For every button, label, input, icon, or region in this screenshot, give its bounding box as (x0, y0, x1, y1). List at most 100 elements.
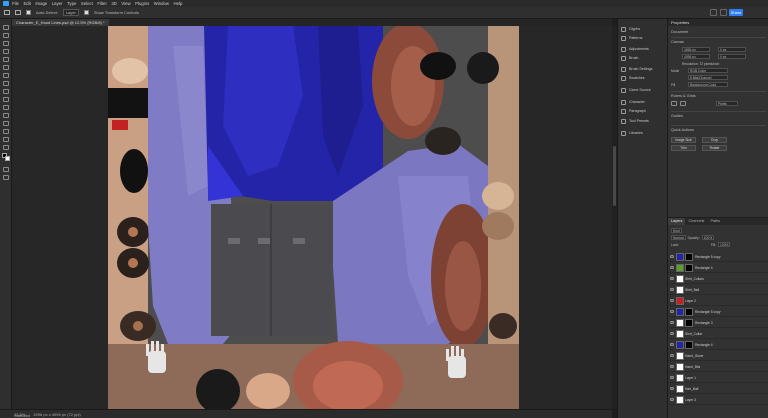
layer-mask-thumbnail[interactable] (685, 340, 693, 349)
document-tab[interactable]: Character_E_Hood Lines.psd @ 12.5% (RGB/… (12, 19, 109, 26)
gradient-tool-icon[interactable] (3, 121, 9, 126)
dock-item-brush[interactable]: Brush (621, 54, 638, 62)
type-tool-icon[interactable] (3, 137, 9, 142)
menu-filter[interactable]: Filter (97, 1, 107, 6)
move-tool-icon[interactable] (15, 10, 21, 15)
crop-button[interactable]: Crop (702, 137, 727, 143)
properties-panel-title[interactable]: Properties (668, 19, 768, 26)
layer-row[interactable]: Hand_Glove (668, 351, 768, 361)
hand-tool-icon[interactable] (3, 145, 9, 150)
layer-mask-thumbnail[interactable] (685, 318, 693, 327)
eye-icon[interactable] (670, 299, 674, 302)
frame-tool-icon[interactable] (3, 65, 9, 70)
eye-icon[interactable] (670, 365, 674, 368)
eyedropper-tool-icon[interactable] (3, 73, 9, 78)
layer-row[interactable]: Shirt_Collars (668, 274, 768, 284)
dock-item-libraries[interactable]: Libraries (621, 129, 643, 137)
blend-mode-dropdown[interactable]: Normal (671, 235, 686, 240)
dock-item-brush-settings[interactable]: Brush Settings (621, 65, 652, 73)
eraser-tool-icon[interactable] (3, 113, 9, 118)
menu-3d[interactable]: 3D (111, 1, 117, 6)
menu-help[interactable]: Help (174, 1, 183, 6)
menu-edit[interactable]: Edit (23, 1, 30, 6)
move-tool-icon[interactable] (3, 25, 9, 30)
dock-item-patterns[interactable]: Patterns (621, 34, 642, 42)
history-brush-tool-icon[interactable] (3, 105, 9, 110)
healing-brush-tool-icon[interactable] (3, 81, 9, 86)
layer-row[interactable]: Rectangle 5 copy (668, 307, 768, 317)
eye-icon[interactable] (670, 255, 674, 258)
trim-button[interactable]: Trim (671, 145, 696, 151)
canvas-x-field[interactable]: 0 px (718, 47, 746, 52)
menu-image[interactable]: Image (35, 1, 47, 6)
eye-icon[interactable] (670, 332, 674, 335)
layer-kind-filter[interactable]: Kind (671, 228, 682, 233)
grid-toggle-icon[interactable] (671, 101, 677, 106)
ruler-units-dropdown[interactable]: Pixels (716, 101, 738, 106)
menu-window[interactable]: Window (154, 1, 169, 6)
eye-icon[interactable] (670, 288, 674, 291)
layer-mask-thumbnail[interactable] (685, 263, 693, 272)
dock-item-glyphs[interactable]: Glyphs (621, 25, 640, 33)
layer-mask-thumbnail[interactable] (685, 307, 693, 316)
canvas-y-field[interactable]: 0 px (718, 54, 746, 59)
layer-row[interactable]: Shirt_Ball (668, 285, 768, 295)
document-canvas[interactable] (108, 26, 519, 409)
eye-icon[interactable] (670, 398, 674, 401)
menu-file[interactable]: File (12, 1, 19, 6)
home-icon[interactable] (4, 10, 10, 15)
canvas-width-field[interactable]: 4096 px (682, 47, 710, 52)
crop-tool-icon[interactable] (3, 57, 9, 62)
brush-tool-icon[interactable] (3, 89, 9, 94)
layer-row[interactable]: Layer 3 (668, 395, 768, 405)
canvas-fill-dropdown[interactable]: Background Color (688, 82, 728, 87)
dock-item-clone-source[interactable]: Clone Source (621, 86, 651, 94)
tab-channels[interactable]: Channels (685, 218, 707, 225)
show-transform-checkbox[interactable] (83, 10, 89, 15)
ruler-toggle-icon[interactable] (680, 101, 686, 106)
layer-row[interactable]: Rectangle 5 copy (668, 252, 768, 262)
opacity-field[interactable]: 100% (701, 235, 715, 240)
layer-row[interactable]: Rectangle 4 (668, 263, 768, 273)
scrollbar-thumb[interactable] (613, 146, 616, 206)
layer-row[interactable]: Shirt_Collar (668, 329, 768, 339)
eye-icon[interactable] (670, 277, 674, 280)
eye-icon[interactable] (670, 310, 674, 313)
eye-icon[interactable] (670, 321, 674, 324)
photoshop-logo-icon[interactable] (3, 1, 9, 6)
rotate-button[interactable]: Rotate (702, 145, 727, 151)
layer-mask-thumbnail[interactable] (685, 252, 693, 261)
eye-icon[interactable] (670, 354, 674, 357)
share-button[interactable]: Share (729, 9, 743, 16)
eye-icon[interactable] (670, 387, 674, 390)
canvas-height-field[interactable]: 4096 px (682, 54, 710, 59)
layer-row[interactable]: Layer 1 (668, 373, 768, 383)
color-mode-dropdown[interactable]: RGB Color (688, 68, 728, 73)
dock-item-tool-presets[interactable]: Tool Presets (621, 117, 649, 125)
eye-icon[interactable] (670, 343, 674, 346)
auto-select-checkbox[interactable] (26, 10, 31, 15)
dock-item-paragraph[interactable]: Paragraph (621, 107, 646, 115)
eye-icon[interactable] (670, 376, 674, 379)
image-size-button[interactable]: Image Size (671, 137, 696, 143)
pen-tool-icon[interactable] (3, 129, 9, 134)
layer-row[interactable]: Layer 2 (668, 296, 768, 306)
menu-type[interactable]: Type (67, 1, 76, 6)
bit-depth-dropdown[interactable]: 8 Bits/Channel (688, 75, 728, 80)
quick-select-tool-icon[interactable] (3, 49, 9, 54)
dock-item-swatches[interactable]: Swatches (621, 74, 645, 82)
auto-select-target-dropdown[interactable]: Layer (62, 9, 79, 16)
layer-row[interactable]: Hand_Bits (668, 362, 768, 372)
menu-view[interactable]: View (121, 1, 130, 6)
search-icon[interactable] (710, 9, 717, 16)
menu-plugins[interactable]: Plugins (135, 1, 149, 6)
lasso-tool-icon[interactable] (3, 41, 9, 46)
dock-item-character[interactable]: Character (621, 98, 645, 106)
tab-paths[interactable]: Paths (707, 218, 723, 225)
screen-mode-icon[interactable] (3, 175, 9, 180)
layer-row[interactable]: Rectangle 3 (668, 318, 768, 328)
dock-item-adjustments[interactable]: Adjustments (621, 45, 649, 53)
quick-mask-icon[interactable] (3, 167, 9, 172)
eye-icon[interactable] (670, 266, 674, 269)
menu-layer[interactable]: Layer (52, 1, 63, 6)
